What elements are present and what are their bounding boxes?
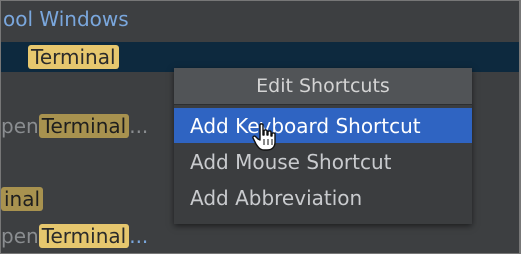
menu-item-label: Add Mouse Shortcut xyxy=(190,149,392,174)
tree-item-open-terminal[interactable]: pen Terminal ... xyxy=(1,111,148,141)
context-menu-title: Edit Shortcuts xyxy=(256,75,390,97)
menu-item-label: Add Keyboard Shortcut xyxy=(190,113,421,138)
tree-item-suffix: ... xyxy=(129,224,149,248)
search-match-highlight: Terminal xyxy=(38,224,130,248)
menu-item-add-mouse-shortcut[interactable]: Add Mouse Shortcut xyxy=(174,144,472,179)
search-match-highlight: Terminal xyxy=(28,45,119,69)
section-label: ool Windows xyxy=(3,7,129,31)
tree-item-open-terminal-2[interactable]: pen Terminal ... xyxy=(1,221,148,251)
menu-item-add-keyboard-shortcut[interactable]: Add Keyboard Shortcut xyxy=(174,108,472,151)
tree-item-suffix: ... xyxy=(129,114,149,138)
tree-item-prefix: pen xyxy=(1,114,39,138)
menu-item-add-abbreviation[interactable]: Add Abbreviation xyxy=(174,180,472,215)
tree-section-tool-windows[interactable]: ool Windows xyxy=(3,4,129,34)
keymap-settings-panel: ool Windows Terminal pen Terminal ... in… xyxy=(0,0,521,254)
menu-item-label: Add Abbreviation xyxy=(190,185,363,210)
search-match-highlight: inal xyxy=(1,187,44,211)
context-menu-header: Edit Shortcuts xyxy=(174,68,472,105)
search-match-highlight: Terminal xyxy=(38,114,130,138)
tree-item-terminal-2[interactable]: inal xyxy=(1,184,44,214)
tree-item-prefix: pen xyxy=(1,224,39,248)
context-menu: Edit Shortcuts Add Keyboard Shortcut Add… xyxy=(174,68,472,224)
